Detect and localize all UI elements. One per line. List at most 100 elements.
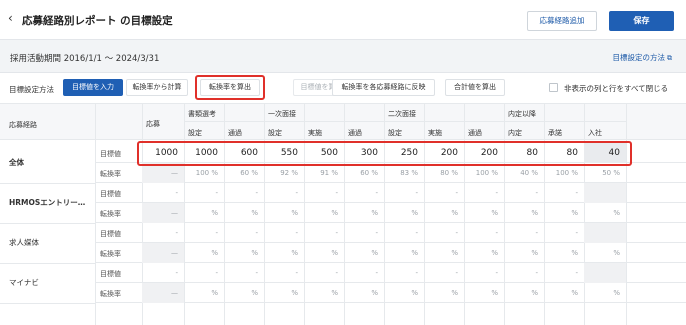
apply-rate-routes-button[interactable]: 転換率を各応募経路に反映 bbox=[332, 79, 435, 96]
rate-value: % bbox=[531, 249, 538, 257]
target-value-input[interactable]: 80 bbox=[544, 143, 584, 163]
row-type-label: 目標値 bbox=[100, 270, 121, 278]
target-value-input[interactable]: - bbox=[304, 223, 344, 243]
save-button[interactable]: 保存 bbox=[609, 11, 674, 31]
hide-all-checkbox[interactable] bbox=[549, 83, 558, 92]
calc-from-rate-button[interactable]: 転換率から計算 bbox=[126, 79, 188, 96]
target-value-input[interactable] bbox=[584, 183, 626, 203]
target-table: 応募経路 応募 書類選考 一次面接 二次面接 内定以降 設定 通過 設定 実施 通過 設定 実施 通過 内定… bbox=[0, 103, 686, 325]
target-value-input[interactable]: 1000 bbox=[142, 143, 184, 163]
target-value-input[interactable]: 40 bbox=[584, 143, 626, 163]
calc-rate-button[interactable]: 転換率を算出 bbox=[200, 79, 260, 96]
input-target-button[interactable]: 目標値を入力 bbox=[63, 79, 123, 96]
target-value-input[interactable]: 600 bbox=[224, 143, 264, 163]
target-method-link[interactable]: 目標設定の方法 ⧉ bbox=[613, 52, 673, 63]
target-value-input[interactable]: - bbox=[142, 183, 184, 203]
sub-header: 実施 bbox=[308, 129, 322, 137]
target-value-input[interactable]: - bbox=[264, 263, 304, 283]
group-header: 内定以降 bbox=[508, 110, 536, 118]
group-header: 二次面接 bbox=[388, 110, 416, 118]
target-value-input[interactable]: - bbox=[504, 223, 544, 243]
page-header: ‹ 応募経路別レポート の目標設定 応募経路追加 保存 bbox=[0, 0, 686, 40]
hide-all-label: 非表示の列と行をすべて閉じる bbox=[564, 84, 669, 93]
target-value-input[interactable]: 200 bbox=[424, 143, 464, 163]
target-value-input[interactable]: - bbox=[384, 183, 424, 203]
route-divider bbox=[0, 183, 95, 184]
group-header: 一次面接 bbox=[268, 110, 296, 118]
rate-value: % bbox=[331, 289, 338, 297]
target-value-input[interactable] bbox=[584, 263, 626, 283]
target-value-input[interactable]: - bbox=[544, 263, 584, 283]
rate-value: % bbox=[291, 289, 298, 297]
rate-value: % bbox=[251, 289, 258, 297]
rate-value: % bbox=[251, 249, 258, 257]
row-type-label: 目標値 bbox=[100, 230, 121, 238]
target-value-input[interactable]: 80 bbox=[504, 143, 544, 163]
rate-value: % bbox=[331, 209, 338, 217]
target-value-input[interactable]: - bbox=[464, 183, 504, 203]
target-value-input[interactable]: - bbox=[224, 183, 264, 203]
target-value-input[interactable]: - bbox=[142, 223, 184, 243]
target-value-input[interactable] bbox=[584, 223, 626, 243]
target-value-input[interactable]: - bbox=[464, 263, 504, 283]
target-value-input[interactable]: - bbox=[344, 263, 384, 283]
target-value-input[interactable]: - bbox=[544, 183, 584, 203]
rate-value: % bbox=[291, 249, 298, 257]
target-value-input[interactable]: - bbox=[304, 183, 344, 203]
target-value-input[interactable]: - bbox=[264, 183, 304, 203]
target-value-input[interactable]: 250 bbox=[384, 143, 424, 163]
rate-value: 60 % bbox=[240, 169, 258, 177]
target-value-input[interactable]: - bbox=[384, 263, 424, 283]
target-value-input[interactable]: - bbox=[504, 263, 544, 283]
target-value-input[interactable]: 1000 bbox=[184, 143, 224, 163]
target-value-input[interactable]: - bbox=[344, 223, 384, 243]
rate-value: % bbox=[451, 289, 458, 297]
rate-value: 92 % bbox=[280, 169, 298, 177]
target-method-label[interactable]: 目標設定の方法 bbox=[613, 53, 666, 62]
rate-value: % bbox=[491, 209, 498, 217]
rate-value: % bbox=[571, 289, 578, 297]
rate-value: % bbox=[251, 209, 258, 217]
group-divider bbox=[264, 121, 384, 122]
group-divider bbox=[504, 121, 626, 122]
target-value-input[interactable]: - bbox=[224, 263, 264, 283]
rate-value: 80 % bbox=[440, 169, 458, 177]
row-type-label: 目標値 bbox=[100, 190, 121, 198]
target-value-input[interactable]: - bbox=[384, 223, 424, 243]
route-divider bbox=[0, 303, 95, 304]
target-value-input[interactable]: - bbox=[184, 183, 224, 203]
target-value-input[interactable]: - bbox=[424, 223, 464, 243]
target-value-input[interactable]: - bbox=[544, 223, 584, 243]
rate-value: % bbox=[331, 249, 338, 257]
target-value-input[interactable]: - bbox=[264, 223, 304, 243]
recruiting-period: 採用活動期間 2016/1/1 〜 2024/3/31 bbox=[10, 54, 160, 64]
sub-header: 通過 bbox=[468, 129, 482, 137]
sub-header: 通過 bbox=[348, 129, 362, 137]
target-value-input[interactable]: - bbox=[184, 223, 224, 243]
target-value-input[interactable]: - bbox=[464, 223, 504, 243]
route-name: 全体 bbox=[9, 158, 24, 167]
add-route-button[interactable]: 応募経路追加 bbox=[527, 11, 597, 31]
target-value-input[interactable]: - bbox=[344, 183, 384, 203]
calc-total-button[interactable]: 合計値を算出 bbox=[445, 79, 505, 96]
target-value-input[interactable]: - bbox=[424, 263, 464, 283]
target-value-input[interactable]: - bbox=[184, 263, 224, 283]
target-value-input[interactable]: - bbox=[224, 223, 264, 243]
target-value-input[interactable]: 200 bbox=[464, 143, 504, 163]
target-value-input[interactable]: - bbox=[304, 263, 344, 283]
target-value-input[interactable]: - bbox=[504, 183, 544, 203]
target-value-input[interactable]: 500 bbox=[304, 143, 344, 163]
target-value-input[interactable]: 550 bbox=[264, 143, 304, 163]
rate-value: — bbox=[142, 163, 184, 183]
target-value-input[interactable]: - bbox=[142, 263, 184, 283]
route-divider bbox=[0, 223, 95, 224]
group-header: 書類選考 bbox=[188, 110, 216, 118]
sub-header: 実施 bbox=[428, 129, 442, 137]
rate-value: — bbox=[142, 203, 184, 223]
rate-value: 50 % bbox=[602, 169, 620, 177]
period-bar: 採用活動期間 2016/1/1 〜 2024/3/31 目標設定の方法 ⧉ bbox=[0, 40, 686, 73]
sub-header: 設定 bbox=[388, 129, 402, 137]
target-value-input[interactable]: - bbox=[424, 183, 464, 203]
target-value-input[interactable]: 300 bbox=[344, 143, 384, 163]
back-chevron-icon[interactable]: ‹ bbox=[8, 11, 13, 25]
